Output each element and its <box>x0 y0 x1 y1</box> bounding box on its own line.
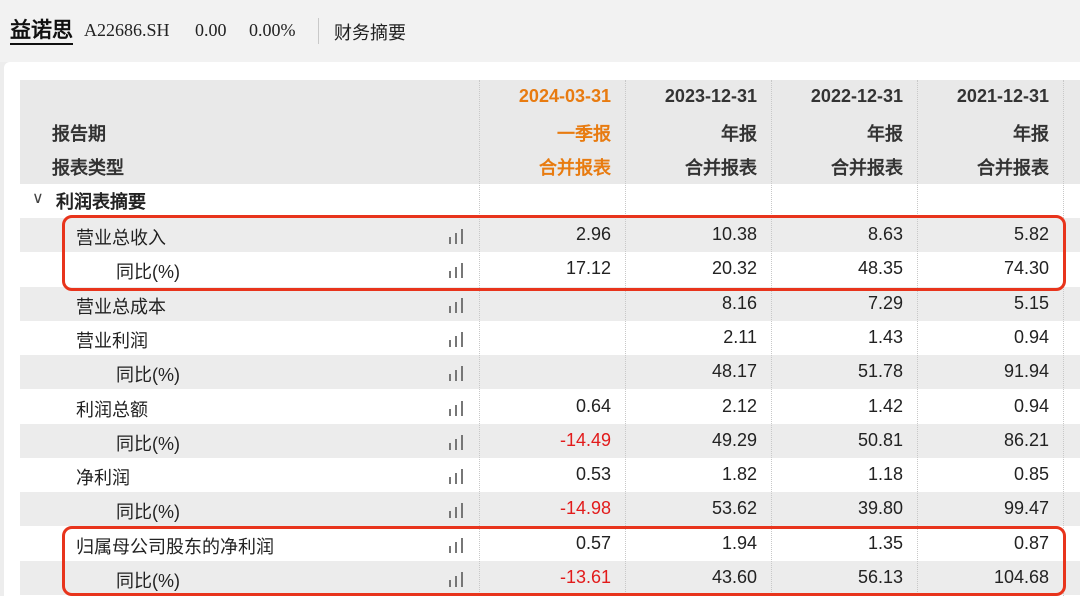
table-cell: -14.49 <box>559 430 611 450</box>
table-cell: 39.80 <box>857 498 903 518</box>
row-label: 净利润 <box>76 468 130 488</box>
column-divider <box>917 80 918 596</box>
column-date: 2021-12-31 <box>956 86 1049 106</box>
table-cell: 8.16 <box>721 293 757 313</box>
tab-financial-summary[interactable]: 财务摘要 <box>334 19 406 45</box>
table-cell: 50.81 <box>857 430 903 450</box>
column-divider <box>625 80 626 596</box>
table-cell: -14.98 <box>559 498 611 518</box>
table-cell: 1.43 <box>867 327 903 347</box>
column-type: 合并报表 <box>685 158 757 178</box>
column-period: 年报 <box>867 124 903 144</box>
table-row: 营业总成本 8.16 7.29 5.15 <box>20 287 1080 321</box>
bar-chart-icon[interactable] <box>446 468 466 484</box>
table-cell: 49.29 <box>711 430 757 450</box>
chevron-down-icon[interactable]: ∨ <box>32 188 44 208</box>
table-cell: 5.15 <box>1013 293 1049 313</box>
stock-name[interactable]: 益诺思 <box>10 18 73 45</box>
highlight-box-revenue <box>62 215 1066 291</box>
column-period: 一季报 <box>557 124 611 144</box>
table-cell: 2.12 <box>721 396 757 416</box>
table-cell: 0.85 <box>1013 464 1049 484</box>
table-cell: 91.94 <box>1003 361 1049 381</box>
table-cell: 99.47 <box>1003 498 1049 518</box>
row-label: 营业总成本 <box>76 297 166 317</box>
section-label: 利润表摘要 <box>56 192 146 212</box>
row-label: 同比(%) <box>116 502 180 522</box>
table-row: 营业利润 2.11 1.43 0.94 <box>20 321 1080 355</box>
table-row: 同比(%) -14.98 53.62 39.80 99.47 <box>20 492 1080 526</box>
table-cell: 0.94 <box>1013 396 1049 416</box>
bar-chart-icon[interactable] <box>446 400 466 416</box>
row-label: 利润总额 <box>76 400 148 420</box>
stock-change-pct: 0.00% <box>249 20 296 40</box>
column-date: 2022-12-31 <box>810 86 903 106</box>
column-period: 年报 <box>1013 124 1049 144</box>
table-row: 同比(%) 48.17 51.78 91.94 <box>20 355 1080 389</box>
bar-chart-icon[interactable] <box>446 365 466 381</box>
row-label: 营业利润 <box>76 331 148 351</box>
highlight-box-net-profit-parent <box>62 526 1066 596</box>
table-cell: 0.64 <box>575 396 611 416</box>
section-income-statement[interactable]: ∨ 利润表摘要 <box>20 184 1080 214</box>
column-type: 合并报表 <box>831 158 903 178</box>
table-cell: 2.11 <box>723 327 757 347</box>
header-divider <box>318 18 319 44</box>
table-row: 净利润 0.53 1.82 1.18 0.85 <box>20 458 1080 492</box>
table-cell: 1.42 <box>867 396 903 416</box>
report-period-label: 报告期 <box>52 124 106 144</box>
table-cell: 1.18 <box>867 464 903 484</box>
table-row: 利润总额 0.64 2.12 1.42 0.94 <box>20 390 1080 424</box>
column-divider <box>479 80 480 596</box>
bar-chart-icon[interactable] <box>446 331 466 347</box>
table-row: 同比(%) -14.49 49.29 50.81 86.21 <box>20 424 1080 458</box>
bar-chart-icon[interactable] <box>446 434 466 450</box>
table-cell: 53.62 <box>711 498 757 518</box>
table-cell: 0.53 <box>575 464 611 484</box>
table-cell: 1.82 <box>721 464 757 484</box>
table-cell: 86.21 <box>1003 430 1049 450</box>
bar-chart-icon[interactable] <box>446 297 466 313</box>
column-divider <box>771 80 772 596</box>
table-cell: 0.94 <box>1013 327 1049 347</box>
column-type: 合并报表 <box>977 158 1049 178</box>
column-divider <box>1063 80 1064 596</box>
bar-chart-icon[interactable] <box>446 502 466 518</box>
column-date: 2024-03-31 <box>518 86 611 106</box>
column-type: 合并报表 <box>539 158 611 178</box>
stock-code: A22686.SH <box>84 20 170 40</box>
stock-header: 益诺思 A22686.SH 0.00 0.00% 财务摘要 <box>0 0 1080 62</box>
stock-price: 0.00 <box>195 20 227 40</box>
column-period: 年报 <box>721 124 757 144</box>
row-label: 同比(%) <box>116 434 180 454</box>
column-date: 2023-12-31 <box>664 86 757 106</box>
report-type-label: 报表类型 <box>52 158 124 178</box>
table-cell: 51.78 <box>857 361 903 381</box>
row-label: 同比(%) <box>116 365 180 385</box>
table-cell: 48.17 <box>711 361 757 381</box>
table-cell: 7.29 <box>867 293 903 313</box>
